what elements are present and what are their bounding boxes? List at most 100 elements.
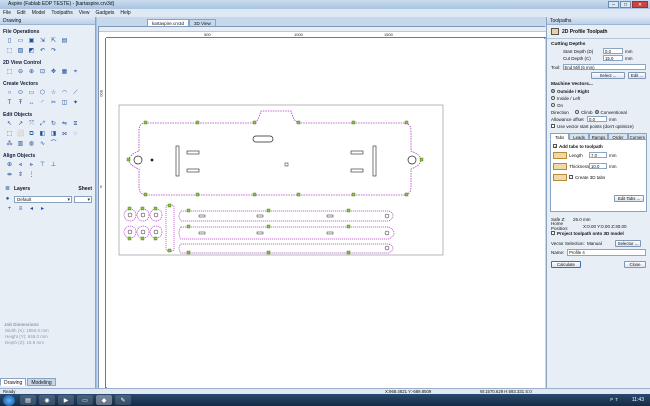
rotate-icon[interactable]: ↻ [49,120,58,128]
taskbar-clock[interactable]: 11:43 [632,394,644,406]
grid-icon[interactable]: ▦ [60,68,69,76]
tab-order[interactable]: Order [608,133,628,140]
subtract-icon[interactable]: ◧ [38,130,47,138]
import-icon[interactable]: ⇲ [38,37,47,45]
align-v-center-icon[interactable]: ⇕ [16,171,25,179]
close-window-button[interactable]: ✕ [632,1,648,8]
menu-gadgets[interactable]: Gadgets [95,9,114,17]
start-points-checkbox[interactable] [551,124,555,128]
scale-icon[interactable]: ⤢ [38,120,47,128]
create-boundary-icon[interactable]: ◍ [27,140,36,148]
zoom-fit-icon[interactable]: ⊡ [38,68,47,76]
import-component-icon[interactable]: ◩ [27,47,36,55]
save-icon[interactable]: ▣ [27,37,36,45]
pan-icon[interactable]: ✥ [49,68,58,76]
project-checkbox[interactable] [551,231,555,235]
distribute-icon[interactable]: ⋮ [27,171,36,179]
menu-edit[interactable]: Edit [17,9,26,17]
intersect-icon[interactable]: ◨ [49,130,58,138]
circle-icon[interactable]: ○ [5,89,14,97]
thickness-input[interactable]: 10.0 [589,163,607,169]
align-left-icon[interactable]: ⫷ [16,161,25,169]
text-icon[interactable]: T [5,99,14,107]
cut-depth-input[interactable]: 15.0 [603,55,623,61]
select-tool-button[interactable]: Select ... [591,71,625,79]
zoom-in-icon[interactable]: ⊕ [27,68,36,76]
group-icon[interactable]: ⬚ [5,130,14,138]
layer-bulb-icon[interactable]: ● [3,195,12,203]
calculate-button[interactable]: Calculate [551,260,581,268]
export-icon[interactable]: ⇱ [49,37,58,45]
snap-icon[interactable]: ⌖ [71,68,80,76]
tab-ramps[interactable]: Ramps [588,133,609,140]
drawing-canvas[interactable] [107,39,545,388]
fillet-icon[interactable]: ◜ [38,99,47,107]
media-icon[interactable]: ▶ [58,395,74,405]
tab-corners[interactable]: Corners [627,133,648,140]
layer-select[interactable]: Default [14,195,72,203]
polygon-icon[interactable]: ⬡ [38,89,47,97]
radio-climb[interactable] [575,110,579,114]
menu-help[interactable]: Help [120,9,130,17]
join-icon[interactable]: ⟗ [60,130,69,138]
nesting-icon[interactable]: ▥ [16,140,25,148]
close-button[interactable]: Close [624,260,646,268]
maximize-button[interactable]: □ [620,1,631,8]
star-icon[interactable]: ☆ [49,89,58,97]
tab-2d-view[interactable]: kartaspire.crv3d [147,19,190,26]
tab-tabs[interactable]: Tabs [550,133,570,140]
tab-leads[interactable]: Leads [569,133,589,140]
tabs-3d-checkbox[interactable] [569,175,573,179]
ellipse-icon[interactable]: ⬭ [16,89,25,97]
select-icon[interactable]: ↖ [5,120,14,128]
start-depth-input[interactable]: 0.0 [603,48,623,54]
menu-file[interactable]: File [3,9,11,17]
add-tabs-checkbox[interactable]: ✓ [553,144,557,149]
length-input[interactable]: 7.0 [589,152,607,158]
minimize-button[interactable]: – [608,1,619,8]
distort-icon[interactable]: ⧖ [71,120,80,128]
radio-inside[interactable] [551,96,555,100]
array-copy-icon[interactable]: ⁂ [5,140,14,148]
aspire-taskbar-icon[interactable]: ◆ [96,395,112,405]
selector-button[interactable]: Selector ... [615,239,641,247]
align-top-icon[interactable]: ⊤ [38,161,47,169]
close-vector-icon[interactable]: ◌ [71,130,80,138]
tab-modeling[interactable]: Modeling [27,378,56,386]
trim-icon[interactable]: ✂ [49,99,58,107]
folder-icon[interactable]: ▭ [77,395,93,405]
align-right-icon[interactable]: ⫸ [27,161,36,169]
text-on-curve-icon[interactable]: Ŧ [16,99,25,107]
new-file-icon[interactable]: ▯ [5,37,14,45]
toolpath-name-input[interactable]: Profile 4 [567,249,646,256]
start-button[interactable] [3,394,15,406]
dimension-icon[interactable]: ↔ [27,99,36,107]
redo-icon[interactable]: ↷ [49,47,58,55]
rectangle-icon[interactable]: ▭ [27,89,36,97]
arc-icon[interactable]: ◠ [60,89,69,97]
job-setup-icon[interactable]: ▤ [60,37,69,45]
smooth-icon[interactable]: ∿ [38,140,47,148]
app-icon[interactable]: ✎ [115,395,131,405]
layer-next-icon[interactable]: ▸ [38,205,47,213]
tray-language[interactable]: PT [610,394,620,406]
zoom-box-icon[interactable]: ⬚ [5,68,14,76]
node-edit-icon[interactable]: ✦ [71,99,80,107]
align-h-center-icon[interactable]: ⇹ [5,171,14,179]
import-vectors-icon[interactable]: ⬚ [5,47,14,55]
mirror-icon[interactable]: ⇋ [60,120,69,128]
layer-props-icon[interactable]: ≡ [16,205,25,213]
curve-fit-icon[interactable]: ⌒ [49,140,58,148]
ungroup-icon[interactable]: ⬜ [16,130,25,138]
transform-icon[interactable]: ⤧ [27,120,36,128]
weld-icon[interactable]: ⧉ [27,130,36,138]
open-file-icon[interactable]: ▭ [16,37,25,45]
import-bitmap-icon[interactable]: ▨ [16,47,25,55]
menu-model[interactable]: Model [32,9,46,17]
layer-add-icon[interactable]: + [5,205,14,213]
allowance-input[interactable]: 0.0 [587,116,607,122]
offset-icon[interactable]: ◫ [60,99,69,107]
chassis-pin[interactable] [150,158,154,162]
radio-outside[interactable] [551,89,555,93]
undo-icon[interactable]: ↶ [38,47,47,55]
